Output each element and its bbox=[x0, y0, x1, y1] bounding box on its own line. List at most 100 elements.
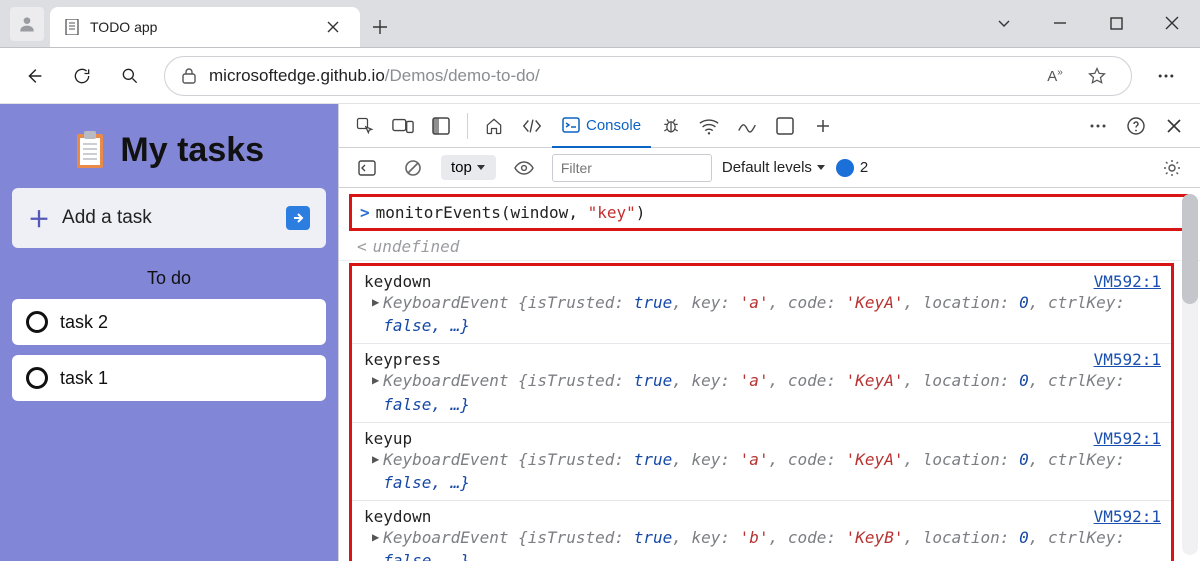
filter-input[interactable] bbox=[552, 154, 712, 182]
devices-icon bbox=[392, 117, 414, 135]
new-tab-button[interactable] bbox=[360, 7, 400, 47]
console-log-row[interactable]: keydown VM592:1 ▶ KeyboardEvent {isTruste… bbox=[352, 501, 1171, 561]
console-tab-label: Console bbox=[586, 117, 641, 134]
read-aloud-icon: A» bbox=[1047, 67, 1063, 85]
source-link[interactable]: VM592:1 bbox=[1094, 429, 1161, 448]
tab-close-button[interactable] bbox=[320, 14, 346, 40]
context-label: top bbox=[451, 159, 472, 176]
context-selector[interactable]: top bbox=[441, 155, 496, 180]
event-object: KeyboardEvent {isTrusted: true, key: 'b'… bbox=[383, 526, 1161, 561]
refresh-icon bbox=[72, 66, 92, 86]
arrow-left-icon bbox=[23, 65, 45, 87]
panel-toggle[interactable] bbox=[423, 108, 459, 144]
address-bar[interactable]: microsoftedge.github.io/Demos/demo-to-do… bbox=[164, 56, 1132, 96]
expand-triangle-icon[interactable]: ▶ bbox=[372, 530, 379, 544]
read-aloud-button[interactable]: A» bbox=[1037, 58, 1073, 94]
issues-count: 2 bbox=[860, 159, 868, 176]
task-checkbox[interactable] bbox=[26, 367, 48, 389]
inspect-button[interactable] bbox=[347, 108, 383, 144]
tab-favicon bbox=[64, 19, 80, 35]
device-toggle[interactable] bbox=[385, 108, 421, 144]
event-type: keypress bbox=[364, 350, 441, 369]
minimize-icon bbox=[1053, 16, 1067, 30]
console-sidebar-toggle[interactable] bbox=[349, 150, 385, 186]
window-close[interactable] bbox=[1144, 0, 1200, 47]
task-checkbox[interactable] bbox=[26, 311, 48, 333]
task-item[interactable]: task 2 bbox=[12, 299, 326, 345]
site-info-button[interactable] bbox=[181, 67, 197, 85]
event-type: keydown bbox=[364, 507, 431, 526]
window-dropdown[interactable] bbox=[976, 0, 1032, 47]
clipboard-icon bbox=[74, 130, 106, 170]
memory-tab[interactable] bbox=[767, 108, 803, 144]
panel-icon bbox=[432, 117, 450, 135]
plus-icon bbox=[373, 20, 387, 34]
close-icon bbox=[327, 21, 339, 33]
issues-button[interactable]: 2 bbox=[836, 159, 868, 177]
console-events-highlight: keydown VM592:1 ▶ KeyboardEvent {isTruste… bbox=[349, 263, 1174, 561]
task-label: task 1 bbox=[60, 368, 108, 389]
wifi-icon bbox=[698, 117, 720, 135]
cmd-arg-string: "key" bbox=[588, 203, 636, 222]
source-link[interactable]: VM592:1 bbox=[1094, 507, 1161, 526]
console-log-row[interactable]: keyupVM592:1 ▶ KeyboardEvent {isTrusted:… bbox=[352, 423, 1171, 501]
inspect-icon bbox=[355, 116, 375, 136]
window-maximize[interactable] bbox=[1088, 0, 1144, 47]
expand-triangle-icon[interactable]: ▶ bbox=[372, 452, 379, 466]
search-button[interactable] bbox=[108, 54, 152, 98]
devtools-more[interactable] bbox=[1080, 108, 1116, 144]
window-titlebar: TODO app bbox=[0, 0, 1200, 48]
add-task-submit[interactable] bbox=[286, 206, 310, 230]
gear-icon bbox=[1163, 159, 1181, 177]
log-levels[interactable]: Default levels bbox=[722, 159, 826, 176]
live-expression[interactable] bbox=[506, 150, 542, 186]
console-tab[interactable]: Console bbox=[552, 105, 651, 148]
favorite-button[interactable] bbox=[1079, 58, 1115, 94]
cmd-func: monitorEvents bbox=[376, 203, 501, 222]
source-link[interactable]: VM592:1 bbox=[1094, 272, 1161, 291]
eye-icon bbox=[514, 161, 534, 175]
window-minimize[interactable] bbox=[1032, 0, 1088, 47]
person-icon bbox=[17, 14, 37, 34]
sources-tab[interactable] bbox=[653, 108, 689, 144]
plus-icon bbox=[816, 119, 830, 133]
lock-icon bbox=[181, 67, 197, 85]
devtools-close[interactable] bbox=[1156, 108, 1192, 144]
app-pane: My tasks ＋ Add a task To do task 2 task … bbox=[0, 104, 338, 561]
console-command: monitorEvents(window, "key") bbox=[376, 203, 646, 222]
add-tab[interactable] bbox=[805, 108, 841, 144]
maximize-icon bbox=[1110, 17, 1123, 30]
console-settings[interactable] bbox=[1154, 150, 1190, 186]
browser-tab[interactable]: TODO app bbox=[50, 7, 360, 47]
console-log-row[interactable]: keypressVM592:1 ▶ KeyboardEvent {isTrust… bbox=[352, 344, 1171, 422]
ellipsis-icon bbox=[1089, 117, 1107, 135]
performance-tab[interactable] bbox=[729, 108, 765, 144]
caret-down-icon bbox=[476, 164, 486, 172]
address-url: microsoftedge.github.io/Demos/demo-to-do… bbox=[209, 66, 540, 86]
scrollbar-thumb[interactable] bbox=[1182, 194, 1198, 304]
chevron-down-icon bbox=[996, 15, 1012, 31]
source-link[interactable]: VM592:1 bbox=[1094, 350, 1161, 369]
close-icon bbox=[1165, 16, 1179, 30]
refresh-button[interactable] bbox=[60, 54, 104, 98]
window-controls bbox=[976, 0, 1200, 47]
devtools-help[interactable] bbox=[1118, 108, 1154, 144]
expand-triangle-icon[interactable]: ▶ bbox=[372, 295, 379, 309]
close-icon bbox=[1167, 119, 1181, 133]
expand-triangle-icon[interactable]: ▶ bbox=[372, 373, 379, 387]
network-tab[interactable] bbox=[691, 108, 727, 144]
clear-console[interactable] bbox=[395, 150, 431, 186]
elements-tab[interactable] bbox=[514, 108, 550, 144]
console-log-row[interactable]: keydownVM592:1 ▶ KeyboardEvent {isTruste… bbox=[352, 266, 1171, 344]
more-button[interactable] bbox=[1144, 54, 1188, 98]
app-header: My tasks bbox=[12, 116, 326, 188]
profile-button[interactable] bbox=[10, 7, 44, 41]
task-item[interactable]: task 1 bbox=[12, 355, 326, 401]
back-button[interactable] bbox=[12, 54, 56, 98]
console-icon bbox=[562, 117, 580, 133]
cmd-arg: window bbox=[511, 203, 569, 222]
welcome-tab[interactable] bbox=[476, 108, 512, 144]
add-task-row[interactable]: ＋ Add a task bbox=[12, 188, 326, 248]
ellipsis-icon bbox=[1156, 66, 1176, 86]
tab-title: TODO app bbox=[90, 19, 320, 35]
